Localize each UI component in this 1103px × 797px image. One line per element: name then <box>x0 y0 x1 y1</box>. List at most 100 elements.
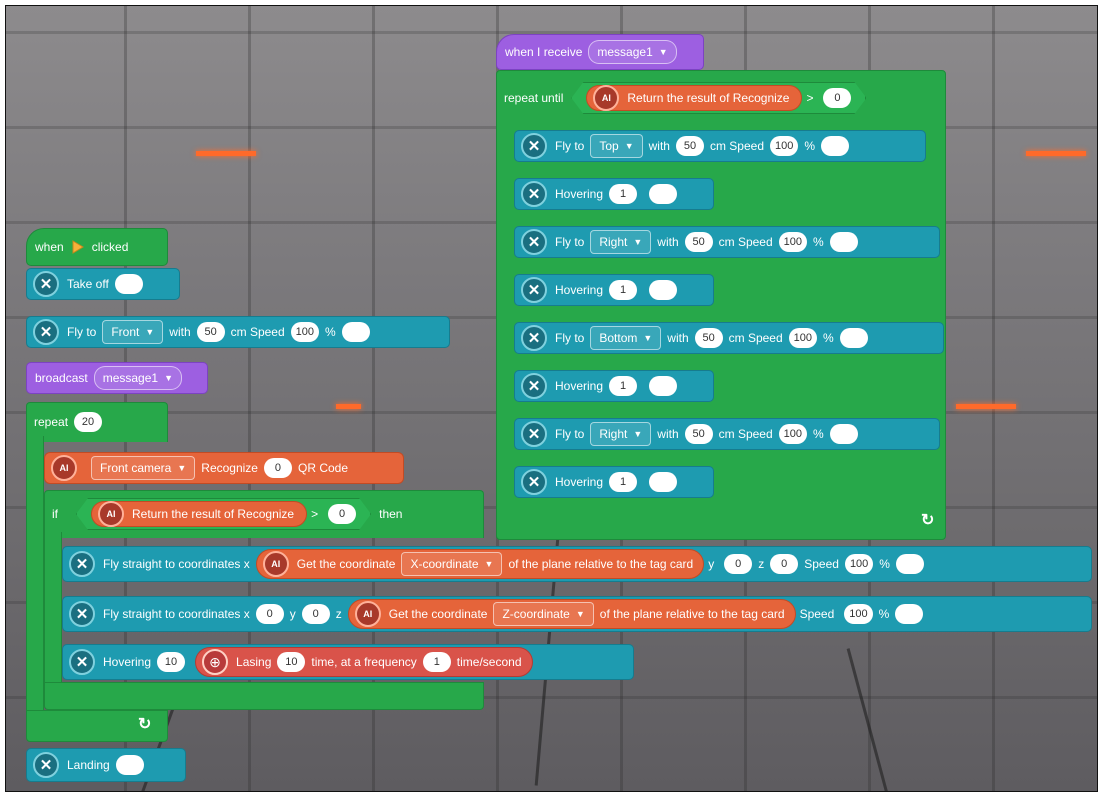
hover-seconds-input[interactable]: 10 <box>157 652 186 672</box>
chevron-down-icon: ▼ <box>575 609 585 619</box>
fly-to-label: Fly to <box>555 139 585 153</box>
chevron-down-icon: ▼ <box>177 463 187 473</box>
return-result-block[interactable]: AI Return the result of Recognize <box>91 501 307 527</box>
get-coordinate-block[interactable]: AI Get the coordinate Z-coordinate ▼ of t… <box>347 599 796 629</box>
lasing-label: Lasing <box>236 655 272 669</box>
direction-dropdown[interactable]: Top ▼ <box>590 134 643 158</box>
direction-dropdown[interactable]: Front ▼ <box>102 320 164 344</box>
compare-value-input[interactable]: 0 <box>328 504 356 524</box>
fly-to-block[interactable]: ✕ Fly to Bottom ▼ with 50 cm Speed 100 % <box>514 322 944 354</box>
direction-dropdown[interactable]: Right ▼ <box>590 422 652 446</box>
speed-input[interactable]: 100 <box>290 322 320 342</box>
hovering-label: Hovering <box>555 475 604 489</box>
cm-speed-label: cm Speed <box>728 331 783 345</box>
coordinate-dropdown[interactable]: X-coordinate ▼ <box>401 552 503 576</box>
speed-input[interactable]: 100 <box>844 604 873 624</box>
hovering-block[interactable]: ✕ Hovering 1 <box>514 178 714 210</box>
distance-input[interactable]: 50 <box>684 424 713 444</box>
z-input[interactable]: 0 <box>770 554 799 574</box>
drone-icon: ✕ <box>521 229 547 255</box>
message-dropdown[interactable]: message1 ▼ <box>93 366 182 390</box>
empty-input[interactable] <box>114 274 143 294</box>
hovering-label: Hovering <box>555 283 604 297</box>
hovering-block[interactable]: ✕ Hovering 10 ⊕ Lasing 10 time, at a fre… <box>62 644 634 680</box>
percent-label: % <box>804 139 816 153</box>
fly-to-block[interactable]: ✕ Fly to Right ▼ with 50 cm Speed 100 % <box>514 418 940 450</box>
hover-seconds-input[interactable]: 1 <box>609 472 638 492</box>
compare-value-input[interactable]: 0 <box>823 88 851 108</box>
landing-label: Landing <box>67 758 110 772</box>
empty-input[interactable] <box>829 424 858 444</box>
take-off-block[interactable]: ✕ Take off <box>26 268 180 300</box>
speed-input[interactable]: 100 <box>778 232 808 252</box>
empty-input[interactable] <box>649 472 678 492</box>
repeat-header: repeat 20 <box>26 406 108 438</box>
then-label: then <box>379 507 403 521</box>
condition-slot: AI Return the result of Recognize > 0 <box>571 82 866 114</box>
z-label: z <box>758 557 765 571</box>
y-input[interactable]: 0 <box>724 554 753 574</box>
return-result-block[interactable]: AI Return the result of Recognize <box>586 85 802 111</box>
distance-input[interactable]: 50 <box>675 136 704 156</box>
empty-input[interactable] <box>649 376 678 396</box>
empty-input[interactable] <box>829 232 858 252</box>
distance-input[interactable]: 50 <box>196 322 225 342</box>
hovering-block[interactable]: ✕ Hovering 1 <box>514 370 714 402</box>
chevron-down-icon: ▼ <box>164 373 173 383</box>
broadcast-block[interactable]: broadcast message1 ▼ <box>26 362 208 394</box>
empty-input[interactable] <box>649 184 678 204</box>
hover-seconds-input[interactable]: 1 <box>609 376 638 396</box>
hovering-block[interactable]: ✕ Hovering 1 <box>514 274 714 306</box>
speed-label: Speed <box>799 607 835 621</box>
drone-icon: ✕ <box>521 469 547 495</box>
loop-arrow-icon: ↻ <box>138 716 152 733</box>
distance-input[interactable]: 50 <box>684 232 713 252</box>
empty-input[interactable] <box>895 604 924 624</box>
lasing-times-input[interactable]: 10 <box>277 652 306 672</box>
y-input[interactable]: 0 <box>301 604 330 624</box>
chevron-down-icon: ▼ <box>624 141 634 151</box>
repeat-count-input[interactable]: 20 <box>74 412 103 432</box>
hover-seconds-input[interactable]: 1 <box>609 280 638 300</box>
percent-label: % <box>878 607 890 621</box>
speed-input[interactable]: 100 <box>778 424 808 444</box>
drone-icon: ✕ <box>33 752 59 778</box>
ai-icon: AI <box>98 501 124 527</box>
empty-input[interactable] <box>821 136 850 156</box>
with-label: with <box>667 331 689 345</box>
hovering-label: Hovering <box>103 655 152 669</box>
empty-input[interactable] <box>895 554 924 574</box>
speed-input[interactable]: 100 <box>770 136 799 156</box>
speed-input[interactable]: 100 <box>844 554 874 574</box>
fly-to-block[interactable]: ✕ Fly to Top ▼ with 50 cm Speed 100 % <box>514 130 926 162</box>
hovering-label: Hovering <box>555 379 604 393</box>
empty-input[interactable] <box>341 322 370 342</box>
empty-input[interactable] <box>649 280 678 300</box>
frequency-input[interactable]: 1 <box>422 652 451 672</box>
message-dropdown[interactable]: message1 ▼ <box>588 40 677 64</box>
get-coordinate-block[interactable]: AI Get the coordinate X-coordinate ▼ of t… <box>255 549 705 579</box>
speed-input[interactable]: 100 <box>788 328 818 348</box>
when-flag-clicked-block[interactable]: when clicked <box>26 228 168 266</box>
hover-seconds-input[interactable]: 1 <box>609 184 638 204</box>
recognize-value-input[interactable]: 0 <box>263 458 292 478</box>
direction-dropdown[interactable]: Right ▼ <box>590 230 652 254</box>
hovering-block[interactable]: ✕ Hovering 1 <box>514 466 714 498</box>
coordinate-dropdown[interactable]: Z-coordinate ▼ <box>493 602 594 626</box>
direction-dropdown[interactable]: Bottom ▼ <box>590 326 662 350</box>
fly-to-block[interactable]: ✕ Fly to Right ▼ with 50 cm Speed 100 % <box>514 226 940 258</box>
recognize-block[interactable]: AI Front camera ▼ Recognize 0 QR Code <box>44 452 404 484</box>
x-input[interactable]: 0 <box>255 604 284 624</box>
when-i-receive-block[interactable]: when I receive message1 ▼ <box>496 34 704 70</box>
fly-to-block[interactable]: ✕ Fly to Front ▼ with 50 cm Speed 100 % <box>26 316 450 348</box>
fly-straight-block[interactable]: ✕ Fly straight to coordinates x 0 y 0 z … <box>62 596 1092 632</box>
loop-arrow-icon: ↻ <box>921 512 935 529</box>
lasing-block[interactable]: ⊕ Lasing 10 time, at a frequency 1 time/… <box>195 647 533 677</box>
empty-input[interactable] <box>115 755 144 775</box>
empty-input[interactable] <box>839 328 868 348</box>
landing-block[interactable]: ✕ Landing <box>26 748 186 782</box>
fly-straight-block[interactable]: ✕ Fly straight to coordinates x AI Get t… <box>62 546 1092 582</box>
speed-label: Speed <box>804 557 839 571</box>
camera-dropdown[interactable]: Front camera ▼ <box>91 456 196 480</box>
distance-input[interactable]: 50 <box>694 328 723 348</box>
